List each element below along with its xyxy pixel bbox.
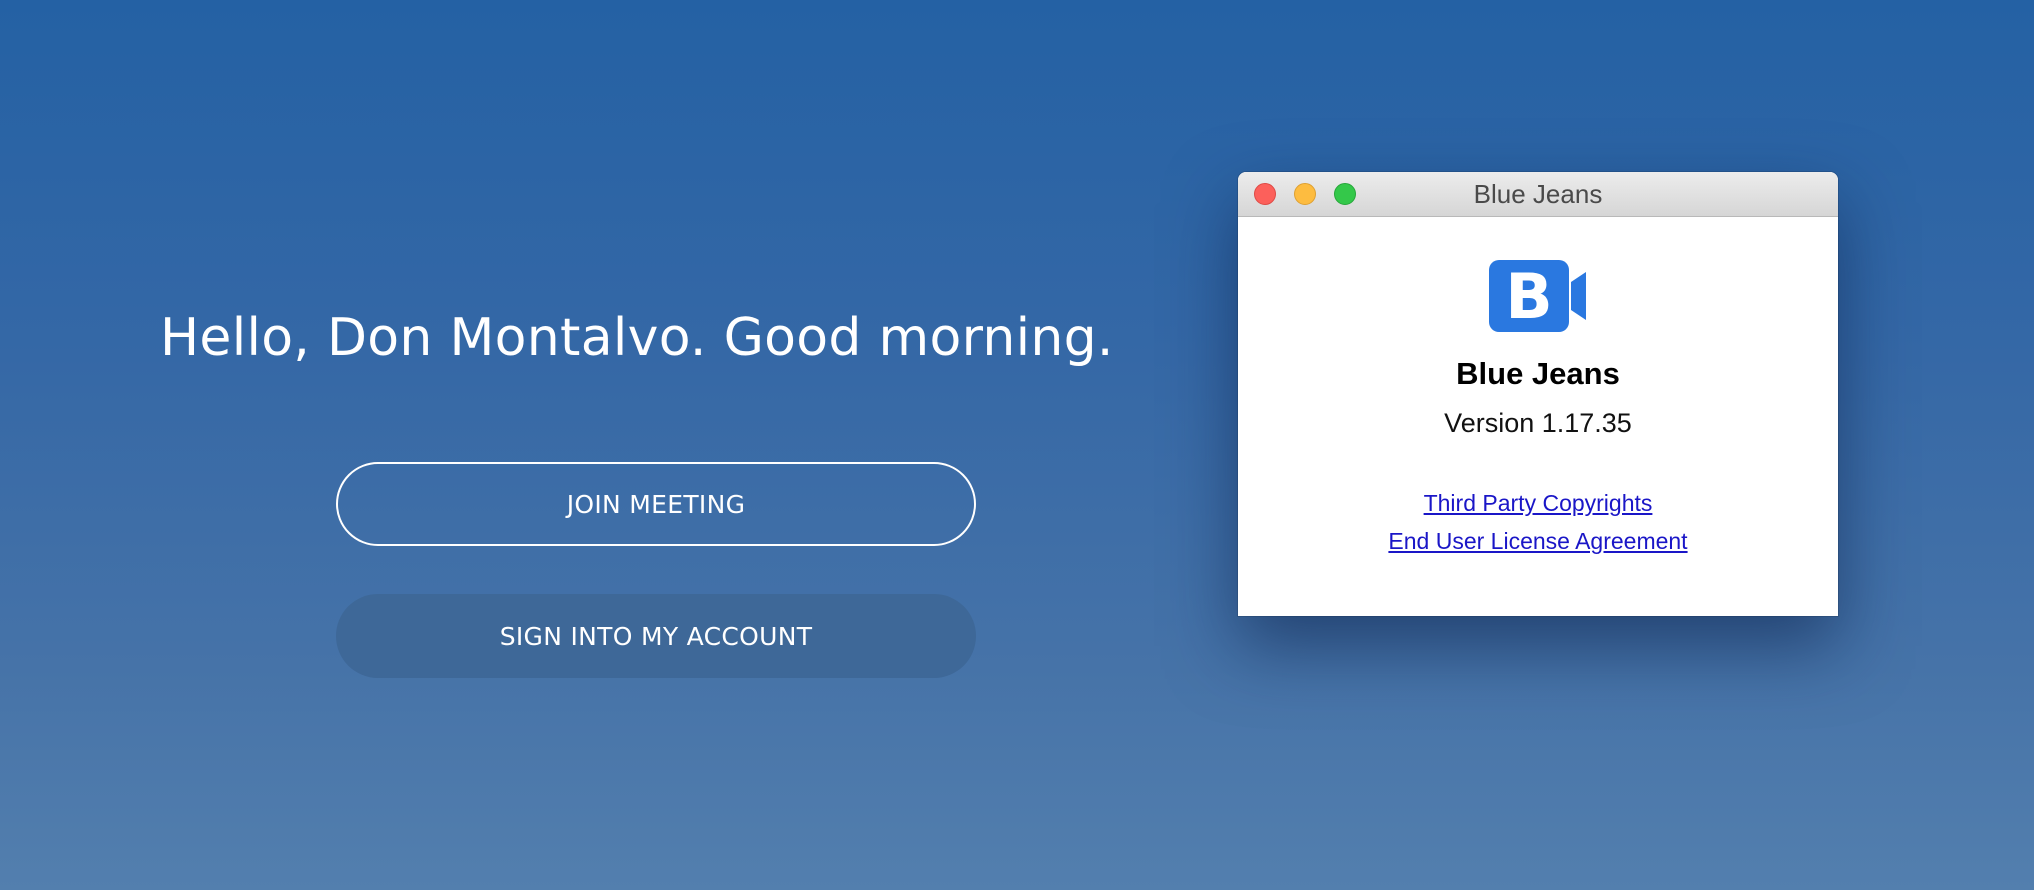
bluejeans-camera-logo-icon: B — [1489, 260, 1586, 332]
join-meeting-label: JOIN MEETING — [566, 489, 746, 519]
sign-in-label: SIGN INTO MY ACCOUNT — [499, 621, 813, 651]
greeting-heading: Hello, Don Montalvo. Good morning. — [160, 308, 1114, 368]
app-name: Blue Jeans — [1456, 356, 1620, 391]
third-party-copyrights-link[interactable]: Third Party Copyrights — [1238, 490, 1838, 517]
window-titlebar[interactable]: Blue Jeans — [1238, 172, 1838, 217]
app-version: Version 1.17.35 — [1444, 408, 1632, 438]
window-title: Blue Jeans — [1473, 179, 1603, 209]
join-meeting-button[interactable]: JOIN MEETING — [336, 462, 976, 546]
about-window: Blue Jeans B Blue Jeans Version 1.17.35 … — [1238, 172, 1838, 616]
sign-in-button[interactable]: SIGN INTO MY ACCOUNT — [336, 594, 976, 678]
eula-link[interactable]: End User License Agreement — [1238, 528, 1838, 555]
logo-letter: B — [1505, 260, 1552, 332]
